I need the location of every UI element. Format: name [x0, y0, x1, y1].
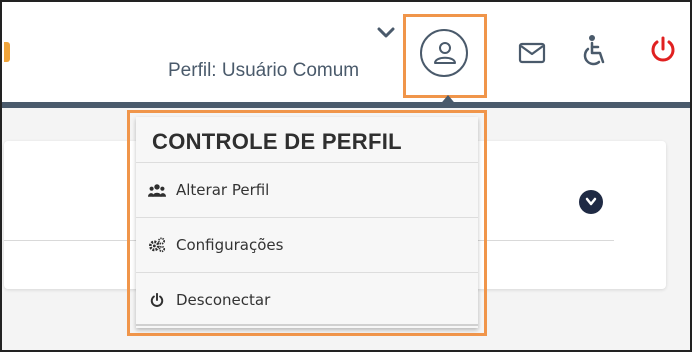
menu-item-alterar-perfil[interactable]: Alterar Perfil: [136, 162, 478, 217]
user-avatar-button[interactable]: [420, 29, 468, 77]
top-header: Perfil: Usuário Comum: [2, 2, 690, 102]
mail-icon[interactable]: [518, 42, 546, 64]
menu-item-label: Alterar Perfil: [176, 181, 270, 199]
app-frame: Perfil: Usuário Comum CONTROLE DE PERFIL…: [0, 0, 692, 352]
power-icon[interactable]: [649, 36, 677, 64]
users-icon: [148, 181, 166, 199]
user-menu-highlight: [403, 14, 487, 98]
dropdown-pointer: [438, 95, 458, 107]
menu-item-desconectar[interactable]: Desconectar: [136, 272, 478, 327]
accessibility-icon[interactable]: [580, 34, 608, 68]
menu-item-configuracoes[interactable]: Configurações: [136, 217, 478, 272]
power-icon: [148, 291, 166, 309]
chevron-circle-down-icon[interactable]: [579, 190, 603, 214]
user-icon: [434, 42, 456, 64]
profile-label: Perfil: Usuário Comum: [168, 60, 360, 81]
dropdown-bottom-divider: [136, 324, 478, 326]
gears-icon: [148, 236, 166, 254]
chevron-down-icon[interactable]: [376, 26, 396, 40]
menu-item-label: Desconectar: [176, 291, 271, 309]
dropdown-title: CONTROLE DE PERFIL: [152, 129, 402, 154]
brand-logo-edge: [4, 42, 10, 62]
header-bottom-bar: [2, 102, 690, 108]
menu-item-label: Configurações: [176, 236, 284, 254]
profile-control-dropdown: CONTROLE DE PERFIL Alterar Perfil Config…: [136, 117, 478, 328]
